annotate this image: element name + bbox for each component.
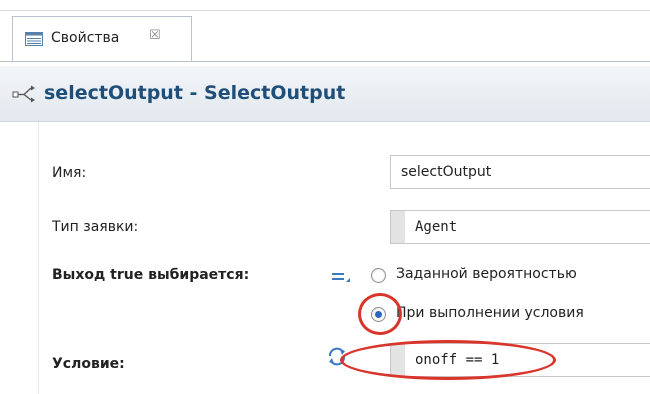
tab-label: Свойства: [51, 30, 120, 46]
radio-probability[interactable]: [371, 268, 386, 283]
code-gutter: [391, 211, 405, 243]
radio-condition[interactable]: [371, 307, 386, 322]
condition-label: Условие:: [52, 356, 125, 372]
radio-probability-label: Заданной вероятностью: [396, 266, 577, 282]
name-input-value: selectOutput: [401, 164, 492, 180]
dynamic-value-icon[interactable]: [326, 346, 348, 366]
agent-type-input[interactable]: Agent: [390, 210, 650, 244]
agent-type-label: Тип заявки:: [52, 219, 139, 235]
name-label: Имя:: [52, 165, 87, 181]
radio-condition-label: При выполнении условия: [396, 305, 584, 321]
static-value-icon[interactable]: [330, 270, 352, 284]
close-icon[interactable]: ☒: [149, 28, 161, 43]
tab-properties[interactable]: Свойства ☒: [12, 16, 192, 62]
panel-left-border: [38, 122, 39, 394]
tabstrip-top-border: [0, 10, 650, 11]
condition-input[interactable]: onoff == 1: [390, 343, 650, 377]
name-input[interactable]: selectOutput: [390, 155, 650, 189]
tab-strip: Свойства ☒: [0, 0, 650, 66]
selection-label: Выход true выбирается:: [52, 267, 250, 283]
page-title: selectOutput - SelectOutput: [44, 82, 346, 104]
tab-underline: [0, 61, 650, 62]
condition-value: onoff == 1: [415, 352, 500, 368]
agent-type-value: Agent: [415, 219, 458, 235]
code-gutter: [391, 344, 405, 376]
properties-grid-icon: [25, 32, 43, 46]
select-output-icon: [12, 85, 35, 103]
properties-header: selectOutput - SelectOutput: [0, 66, 650, 122]
